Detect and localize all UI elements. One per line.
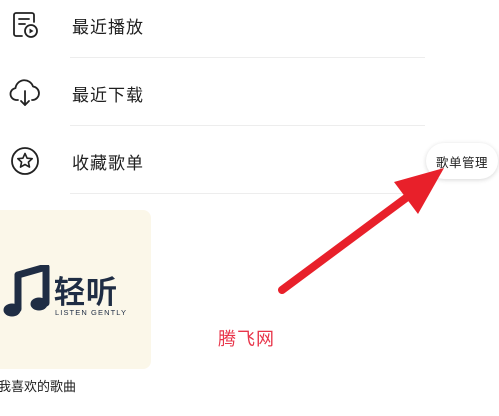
divider (70, 57, 425, 58)
logo-text: 轻听 (54, 275, 118, 311)
playlist-cover[interactable]: 轻听 LISTEN GENTLY (0, 210, 151, 369)
menu-item-recent-download[interactable]: 最近下载 (0, 59, 499, 127)
playlist-manage-button[interactable]: 歌单管理 (426, 143, 498, 179)
menu-item-recent-play[interactable]: 最近播放 (0, 0, 499, 59)
divider (70, 193, 425, 194)
logo-subtitle: LISTEN GENTLY (55, 308, 128, 317)
menu-item-favorite-playlists[interactable]: 收藏歌单 (0, 127, 499, 195)
app-screen: 最近播放 最近下载 收藏歌单 歌单管理 轻听 LISTEN GENTLY 我喜欢… (0, 0, 499, 416)
star-icon (7, 143, 43, 179)
divider (70, 125, 425, 126)
watermark: 腾飞网 (218, 329, 275, 350)
menu-item-label: 最近播放 (72, 17, 144, 38)
menu-item-label: 最近下载 (72, 85, 144, 106)
music-note-icon (2, 263, 50, 323)
playlist-title[interactable]: 我喜欢的歌曲 (0, 376, 76, 395)
app-logo: 轻听 LISTEN GENTLY (2, 263, 151, 335)
cloud-download-icon (7, 75, 43, 111)
menu-item-label: 收藏歌单 (72, 153, 144, 174)
recent-play-icon (7, 7, 43, 43)
